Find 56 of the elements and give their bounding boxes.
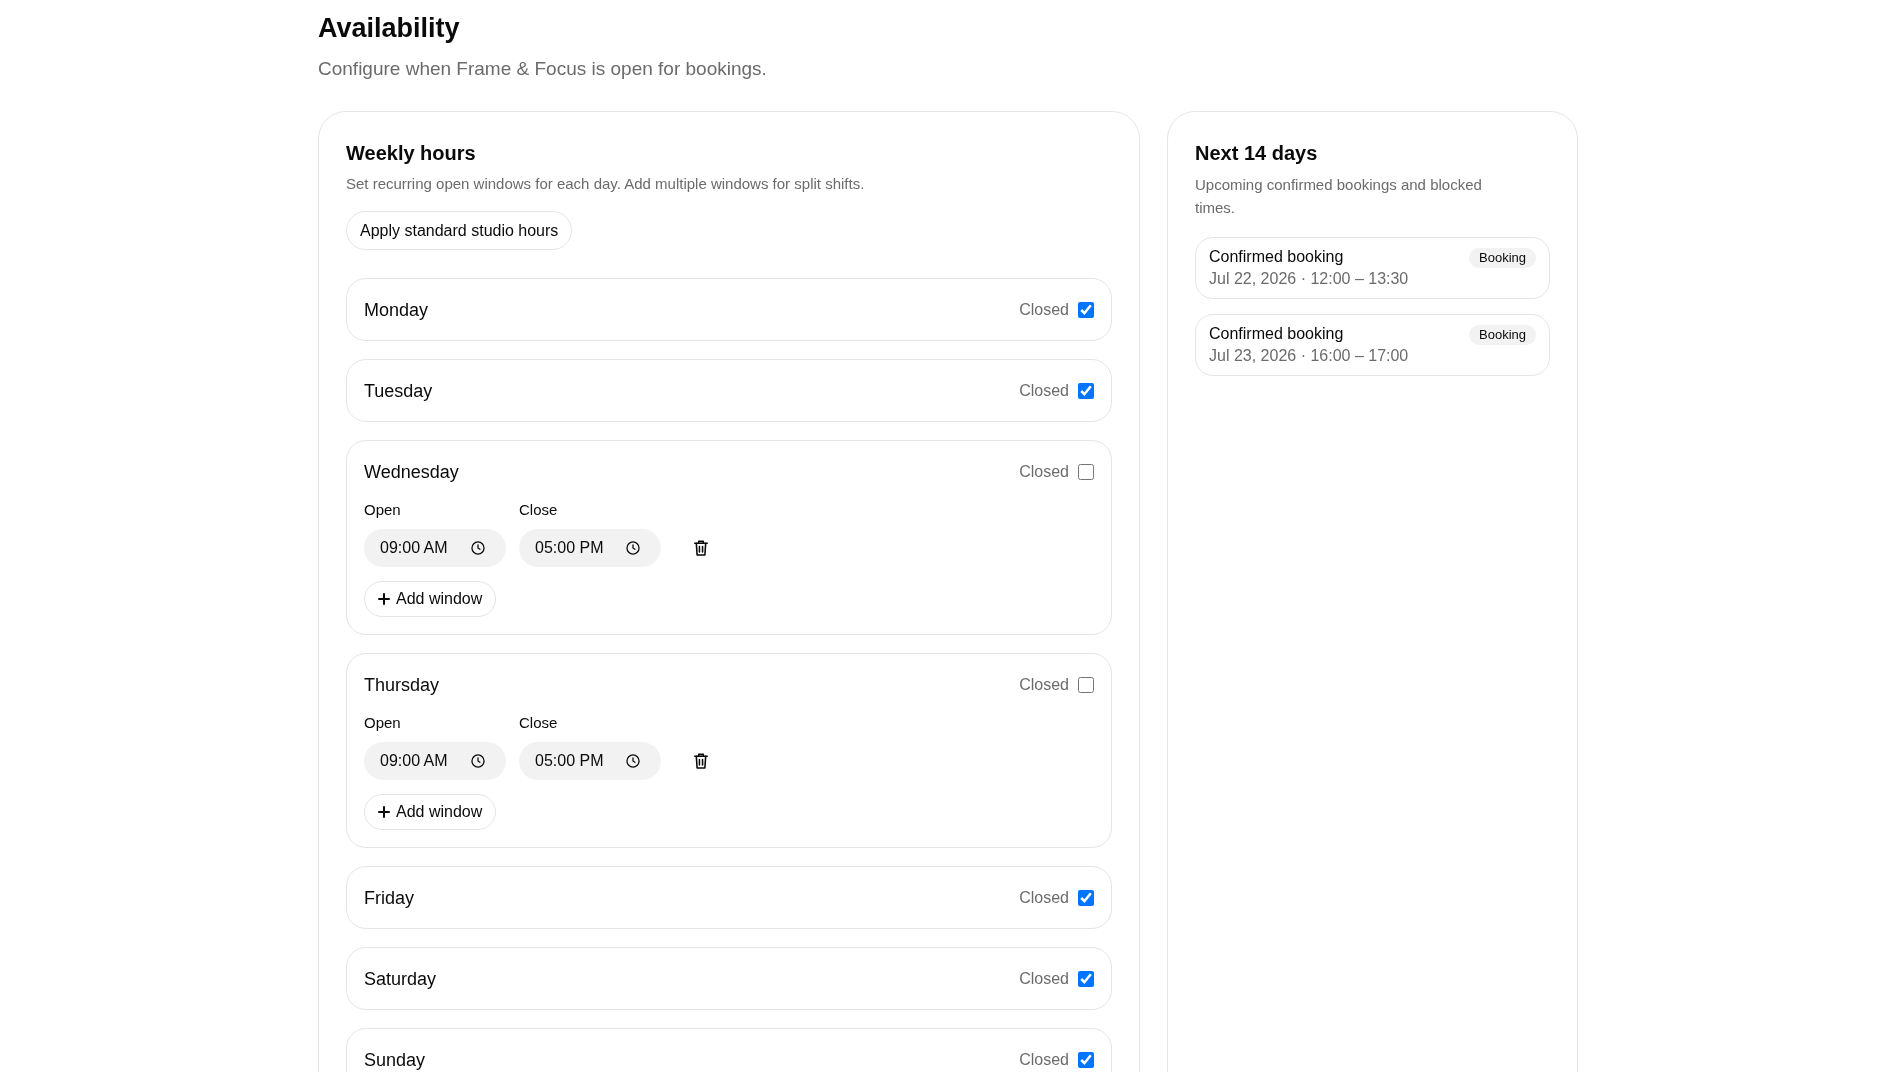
closed-label: Closed bbox=[1019, 461, 1069, 482]
open-time-field[interactable]: 09:00 AM bbox=[364, 529, 506, 567]
field-label: Close bbox=[519, 500, 559, 520]
card-title: Weekly hours bbox=[346, 141, 477, 166]
closed-label: Closed bbox=[1019, 380, 1069, 401]
plus-icon bbox=[378, 593, 390, 605]
day-name: Thursday bbox=[364, 673, 440, 696]
card-description: Upcoming confirmed bookings and blocked times. bbox=[1195, 175, 1483, 218]
closed-label: Closed bbox=[1019, 887, 1069, 908]
closed-checkbox[interactable] bbox=[1078, 382, 1094, 399]
booking-card[interactable]: Confirmed booking Jul 23, 2026 · 16:00 – 17:00 Booking bbox=[1195, 314, 1550, 376]
clock-icon bbox=[626, 541, 640, 555]
booking-badge: Booking bbox=[1469, 325, 1536, 345]
clock-icon bbox=[626, 754, 640, 768]
close-time-field[interactable]: 05:00 PM bbox=[519, 742, 661, 780]
delete-button[interactable] bbox=[694, 540, 708, 556]
closed-checkbox[interactable] bbox=[1078, 970, 1094, 987]
add-window-button[interactable]: Add window bbox=[364, 581, 497, 617]
card-title: Next 14 days bbox=[1195, 141, 1319, 166]
closed-checkbox[interactable] bbox=[1078, 1051, 1094, 1068]
add-window-button[interactable]: Add window bbox=[364, 794, 497, 830]
open-time-field[interactable]: 09:00 AM bbox=[364, 742, 506, 780]
day-name: Friday bbox=[364, 886, 414, 909]
plus-icon bbox=[378, 806, 390, 818]
closed-checkbox[interactable] bbox=[1078, 676, 1094, 693]
delete-button[interactable] bbox=[694, 753, 708, 769]
booking-time: Jul 23, 2026 · 16:00 – 17:00 bbox=[1209, 346, 1409, 366]
booking-title: Confirmed booking bbox=[1209, 247, 1345, 267]
day-name: Saturday bbox=[364, 967, 437, 990]
closed-label: Closed bbox=[1019, 674, 1069, 695]
clock-icon bbox=[471, 541, 485, 555]
closed-label: Closed bbox=[1019, 968, 1069, 989]
field-label: Close bbox=[519, 713, 559, 733]
closed-checkbox[interactable] bbox=[1078, 463, 1094, 480]
closed-checkbox[interactable] bbox=[1078, 301, 1094, 318]
day-name: Sunday bbox=[364, 1048, 426, 1071]
booking-title: Confirmed booking bbox=[1209, 324, 1345, 344]
trash-icon bbox=[694, 540, 708, 556]
trash-icon bbox=[694, 753, 708, 769]
page-subtitle: Configure when Frame & Focus is open for bookings. bbox=[318, 57, 768, 81]
booking-badge: Booking bbox=[1469, 248, 1536, 268]
clock-icon bbox=[471, 754, 485, 768]
closed-label: Closed bbox=[1019, 299, 1069, 320]
close-time-field[interactable]: 05:00 PM bbox=[519, 529, 661, 567]
day-name: Wednesday bbox=[364, 460, 459, 483]
booking-card[interactable]: Confirmed booking Jul 22, 2026 · 12:00 – 13:30 Booking bbox=[1195, 237, 1550, 299]
field-label: Open bbox=[364, 500, 402, 520]
closed-checkbox[interactable] bbox=[1078, 889, 1094, 906]
booking-time: Jul 22, 2026 · 12:00 – 13:30 bbox=[1209, 269, 1409, 289]
page-title: Availability bbox=[318, 12, 461, 45]
apply-hours-button[interactable]: Apply standard studio hours bbox=[346, 211, 573, 250]
card-description: Set recurring open windows for each day. Add multiple windows for split shifts. bbox=[346, 174, 866, 194]
closed-label: Closed bbox=[1019, 1049, 1069, 1070]
field-label: Open bbox=[364, 713, 402, 733]
day-name: Monday bbox=[364, 298, 429, 321]
day-name: Tuesday bbox=[364, 379, 433, 402]
